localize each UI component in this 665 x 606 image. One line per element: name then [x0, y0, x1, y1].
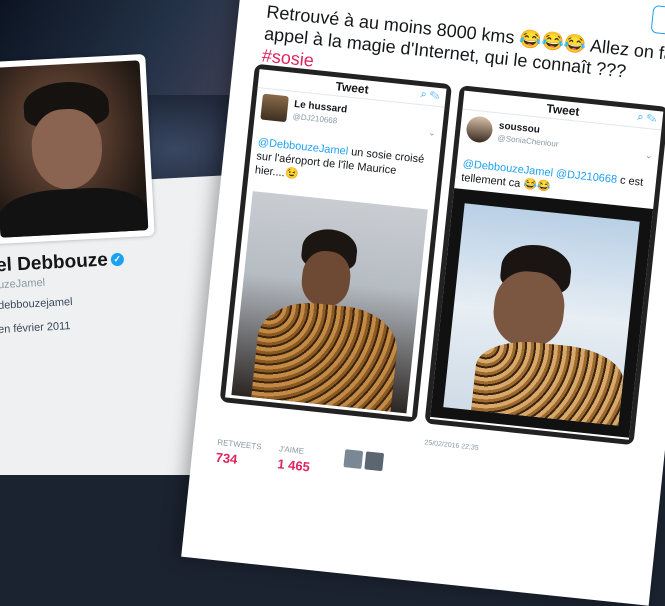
avatar: [260, 93, 289, 123]
verified-icon: ✓: [110, 253, 125, 267]
profile-handle: uzeJamel: [0, 276, 46, 292]
chevron-down-icon[interactable]: ⌄: [645, 150, 654, 162]
embedded-tweet-screenshot-1[interactable]: Tweet ⌕ ✎ Le hussard @DJ210668 ⌄ @Debbou…: [219, 63, 453, 423]
likes-label: J'AIME: [278, 444, 305, 456]
tweet-body: Retrouvé à au moins 8000 kms 😂😂😂 Allez o…: [263, 1, 665, 82]
liker-avatar[interactable]: [343, 449, 364, 469]
avatar: [465, 115, 494, 144]
search-compose-icons: ⌕ ✎: [419, 88, 441, 103]
embedded-photo: [430, 188, 654, 438]
follow-button[interactable]: 👤+: [650, 4, 665, 38]
embedded-photo: [231, 191, 428, 414]
author-handle: @SoniaCheniour: [497, 133, 559, 149]
embedded-tweet-screenshot-2[interactable]: Tweet ⌕ ✎ soussou @SoniaCheniour ⌄ @Debb…: [424, 85, 665, 446]
embedded-date: 25/02/2016 22:35: [424, 439, 479, 453]
embedded-text: @DebbouzeJamel un sosie croisé sur l'aér…: [254, 136, 425, 181]
retweets-label: RETWEETS: [216, 437, 263, 452]
avatar-photo: [0, 60, 149, 238]
chevron-down-icon[interactable]: ⌄: [428, 127, 437, 139]
likes-count[interactable]: 1 465: [277, 456, 311, 474]
tweet-card: 👤+ Retrouvé à au moins 8000 kms 😂😂😂 Alle…: [181, 0, 665, 606]
profile-avatar[interactable]: [0, 53, 155, 245]
liker-avatar[interactable]: [364, 451, 385, 472]
search-compose-icons: ⌕ ✎: [636, 110, 658, 125]
retweets-count[interactable]: 734: [215, 450, 238, 467]
